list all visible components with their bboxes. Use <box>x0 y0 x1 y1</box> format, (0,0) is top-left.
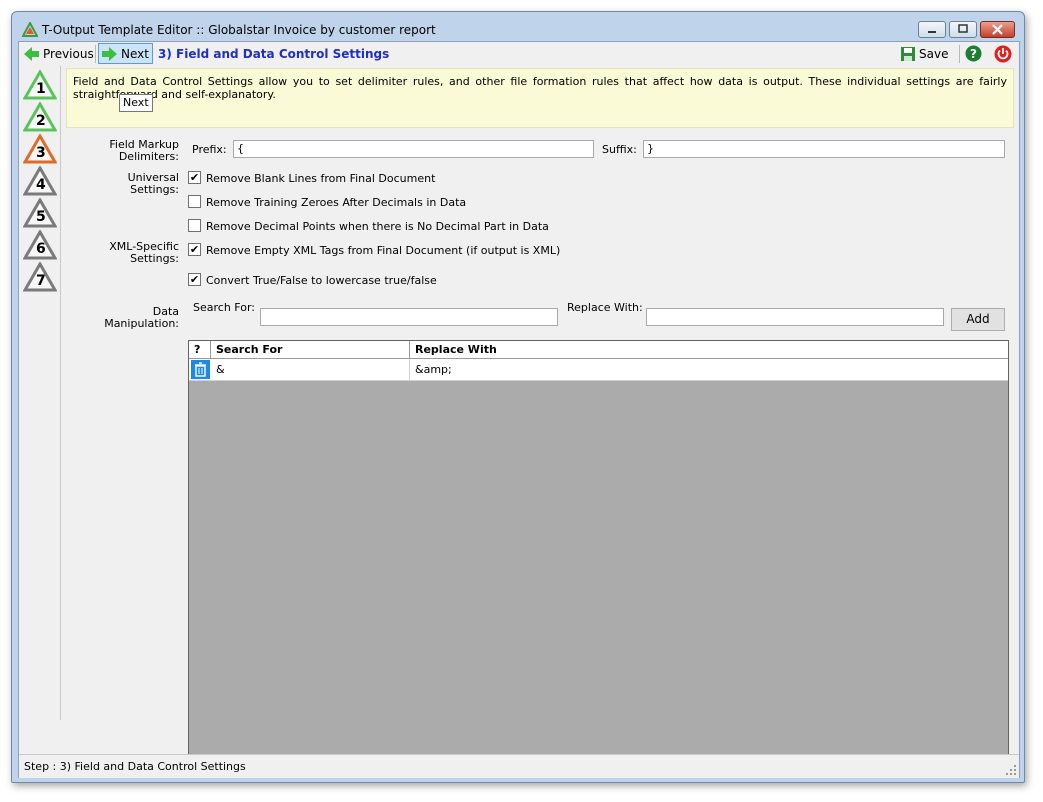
checkmark-icon: ✔ <box>189 243 200 256</box>
checkmark-icon: ✔ <box>189 273 200 286</box>
toolbar: Previous Next 3) Field and Data Control … <box>19 42 1019 66</box>
prefix-label: Prefix: <box>192 143 227 156</box>
universal-settings-label: Universal Settings: <box>127 171 179 196</box>
step-number: 2 <box>36 113 46 129</box>
svg-text:?: ? <box>970 47 977 61</box>
status-bar: Step : 3) Field and Data Control Setting… <box>19 754 1019 778</box>
help-icon[interactable]: ? <box>965 45 982 62</box>
save-icon <box>901 46 915 61</box>
remove-empty-xml-tags-label: Remove Empty XML Tags from Final Documen… <box>206 244 561 257</box>
delete-row-button[interactable] <box>191 360 210 379</box>
info-text: Field and Data Control Settings allow yo… <box>73 75 1007 101</box>
app-window: T-Output Template Editor :: Globalstar I… <box>11 11 1025 783</box>
remove-decimal-points-checkbox[interactable] <box>188 219 201 232</box>
replace-with-label: Replace With: <box>567 301 643 314</box>
suffix-input[interactable]: } <box>643 140 1005 158</box>
info-box: Field and Data Control Settings allow yo… <box>66 68 1014 128</box>
maximize-button[interactable] <box>949 21 977 38</box>
status-text: Step : 3) Field and Data Control Setting… <box>24 760 246 773</box>
replace-with-input[interactable] <box>646 308 944 326</box>
step-title: 3) Field and Data Control Settings <box>158 47 390 61</box>
tooltip: Next <box>119 94 153 112</box>
previous-button[interactable]: Previous <box>21 43 97 64</box>
column-header-search-for[interactable]: Search For <box>211 341 410 358</box>
remove-trailing-zeroes-label: Remove Training Zeroes After Decimals in… <box>206 196 467 209</box>
column-header-replace-with[interactable]: Replace With <box>410 341 1008 358</box>
trash-icon <box>195 362 206 377</box>
step-number: 7 <box>36 273 46 289</box>
maximize-icon <box>958 24 968 33</box>
minimize-icon <box>928 31 936 33</box>
search-for-input[interactable] <box>260 308 558 326</box>
convert-true-false-label: Convert True/False to lowercase true/fal… <box>206 274 437 287</box>
step-7-icon[interactable]: 7 <box>23 262 57 292</box>
app-logo-icon <box>22 22 38 37</box>
cell-replace-with[interactable]: &amp; <box>410 359 1008 380</box>
field-markup-label: Field Markup Delimiters: <box>79 139 179 163</box>
remove-empty-xml-tags-checkbox[interactable]: ✔ <box>188 243 201 256</box>
checkmark-icon: ✔ <box>189 171 200 184</box>
step-4-icon[interactable]: 4 <box>23 166 57 196</box>
search-for-label: Search For: <box>193 301 255 314</box>
step-number: 1 <box>36 81 46 97</box>
replacement-grid[interactable]: ? Search For Replace With & &amp; <box>188 340 1009 757</box>
close-icon <box>992 24 1003 35</box>
table-row[interactable]: & &amp; <box>189 359 1008 381</box>
step-2-icon[interactable]: 2 <box>23 102 57 132</box>
add-button[interactable]: Add <box>951 308 1005 331</box>
arrow-right-icon <box>102 46 117 61</box>
steps-sidebar: 1 2 3 4 5 6 7 <box>19 66 61 720</box>
step-5-icon[interactable]: 5 <box>23 198 57 228</box>
toolbar-separator <box>959 45 960 63</box>
remove-blank-lines-checkbox[interactable]: ✔ <box>188 171 201 184</box>
power-icon[interactable] <box>994 45 1012 63</box>
next-button[interactable]: Next <box>98 43 153 64</box>
next-label: Next <box>121 46 149 61</box>
minimize-button[interactable] <box>918 21 946 38</box>
resize-grip-icon[interactable] <box>1006 765 1016 775</box>
prefix-input[interactable]: { <box>233 140 594 158</box>
previous-label: Previous <box>43 46 94 61</box>
arrow-left-icon <box>24 46 39 61</box>
data-manipulation-label: Data Manipulation: <box>104 305 179 330</box>
step-1-icon[interactable]: 1 <box>23 70 57 100</box>
client-area: Previous Next 3) Field and Data Control … <box>18 41 1020 778</box>
convert-true-false-checkbox[interactable]: ✔ <box>188 273 201 286</box>
step-number: 4 <box>36 177 46 193</box>
step-3-icon[interactable]: 3 <box>23 134 57 164</box>
xml-settings-label-line2: Settings: <box>130 252 179 265</box>
window-title: T-Output Template Editor :: Globalstar I… <box>42 23 436 37</box>
step-number: 3 <box>36 145 46 161</box>
xml-settings-label: XML-Specific Settings: <box>79 241 179 265</box>
save-button[interactable]: Save <box>897 43 951 64</box>
remove-trailing-zeroes-checkbox[interactable] <box>188 195 201 208</box>
step-6-icon[interactable]: 6 <box>23 230 57 260</box>
remove-decimal-points-label: Remove Decimal Points when there is No D… <box>206 220 549 233</box>
step-number: 5 <box>36 209 46 225</box>
grid-header: ? Search For Replace With <box>189 341 1008 359</box>
column-header-action[interactable]: ? <box>189 341 211 358</box>
step-number: 6 <box>36 241 46 257</box>
remove-blank-lines-label: Remove Blank Lines from Final Document <box>206 172 436 185</box>
cell-search-for[interactable]: & <box>211 359 410 380</box>
suffix-label: Suffix: <box>602 143 637 156</box>
save-label: Save <box>919 46 949 61</box>
title-bar[interactable]: T-Output Template Editor :: Globalstar I… <box>12 12 1024 42</box>
close-button[interactable] <box>980 21 1015 38</box>
toolbar-separator <box>95 45 96 63</box>
field-markup-label-line2: Delimiters: <box>118 150 179 163</box>
